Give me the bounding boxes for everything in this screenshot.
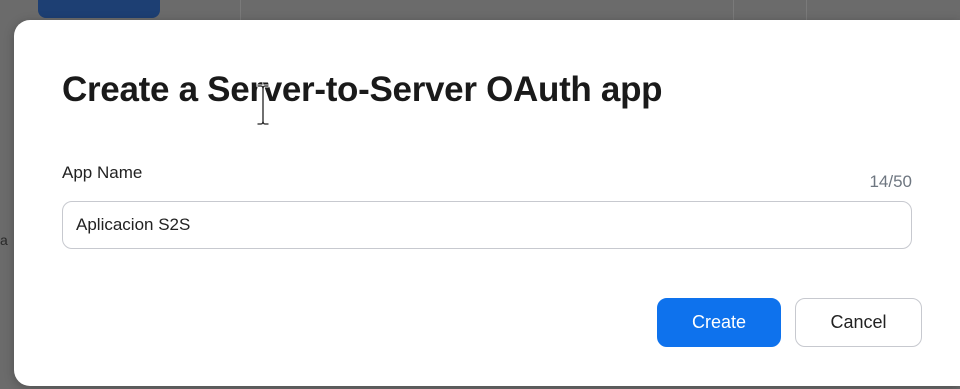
app-name-label: App Name [62,163,143,182]
character-counter: 14/50 [869,172,912,191]
background-divider [240,0,241,22]
app-name-input[interactable] [62,201,912,249]
create-app-dialog: Create a Server-to-Server OAuth app App … [14,20,960,386]
cancel-button[interactable]: Cancel [795,298,922,347]
background-divider [806,0,807,22]
background-button [38,0,160,18]
dialog-title: Create a Server-to-Server OAuth app [62,70,663,109]
background-divider [733,0,734,22]
background-edge-text: a [0,232,8,248]
create-button[interactable]: Create [657,298,781,347]
text-cursor-icon [256,84,270,126]
